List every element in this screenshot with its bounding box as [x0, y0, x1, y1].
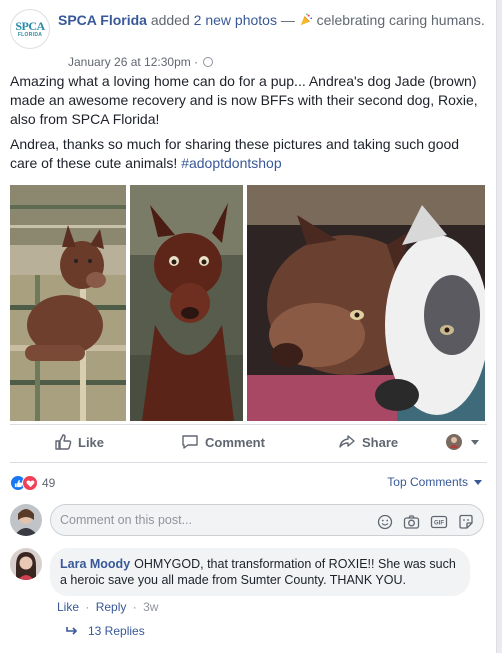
comment-bubble: Lara Moody OHMYGOD, that transformation o…	[50, 548, 470, 596]
emoji-icon[interactable]	[375, 512, 394, 531]
chevron-down-icon	[471, 439, 479, 445]
avatar-logo-subtext: FLORIDA	[17, 31, 43, 38]
page-avatar[interactable]: SPCA FLORIDA	[10, 9, 50, 49]
love-reaction-icon	[22, 475, 38, 491]
photo-jade-and-roxie[interactable]	[247, 185, 485, 421]
divider	[10, 424, 487, 425]
reaction-count: 49	[42, 476, 56, 490]
comment-sort-label: Top Comments	[387, 475, 468, 489]
divider	[10, 462, 487, 463]
thumbs-up-icon	[55, 434, 72, 450]
comment-composer: Comment on this post... GIF	[10, 504, 484, 536]
party-popper-icon	[300, 13, 312, 26]
like-button[interactable]: Like	[54, 432, 104, 452]
comment-label: Comment	[205, 434, 265, 450]
avatar[interactable]	[10, 504, 42, 536]
photo-grid	[10, 185, 485, 421]
photo-jade-couch[interactable]	[10, 185, 126, 421]
post-paragraph-2: Andrea, thanks so much for sharing these…	[10, 135, 484, 173]
chevron-down-icon	[474, 479, 482, 485]
avatar-logo-text: SPCA	[15, 18, 45, 33]
svg-text:GIF: GIF	[434, 520, 444, 526]
feeling-text: celebrating caring humans.	[316, 12, 485, 28]
comment-like-link[interactable]: Like	[57, 600, 79, 614]
camera-icon[interactable]	[402, 512, 421, 531]
composer-icons: GIF	[375, 512, 475, 531]
photo-jade-closeup[interactable]	[130, 185, 243, 421]
reaction-summary[interactable]: 49	[10, 474, 55, 492]
action-separator: —	[280, 12, 295, 28]
commenter-avatar[interactable]	[10, 548, 42, 580]
share-icon	[339, 435, 355, 448]
user-avatar-icon	[446, 434, 462, 450]
post-header-text: SPCA Florida added 2 new photos — celebr…	[58, 11, 486, 30]
globe-icon	[203, 57, 214, 67]
like-label: Like	[78, 434, 105, 450]
post-card: SPCA FLORIDA SPCA Florida added 2 new ph…	[0, 0, 497, 653]
comment-author-link[interactable]: Lara Moody	[60, 557, 130, 571]
reply-arrow-icon	[66, 627, 78, 635]
comment-button[interactable]: Comment	[181, 432, 265, 452]
comment-reply-link[interactable]: Reply	[96, 600, 127, 614]
separator: ·	[132, 600, 137, 614]
replies-count: 13 Replies	[88, 624, 145, 638]
gif-icon[interactable]: GIF	[429, 512, 448, 531]
view-replies-link[interactable]: 13 Replies	[66, 624, 145, 638]
comment-actions: Like · Reply · 3w	[57, 600, 158, 614]
post-action-bar: Like Comment Share	[10, 424, 487, 460]
page-name-link[interactable]: SPCA Florida	[58, 12, 147, 28]
share-label: Share	[362, 434, 399, 450]
hashtag-link[interactable]: #adoptdontshop	[181, 155, 281, 171]
share-as-selector[interactable]	[446, 432, 479, 452]
post-timestamp[interactable]: January 26 at 12:30pm	[68, 55, 191, 69]
action-prefix: added	[150, 12, 190, 28]
comment-sort-dropdown[interactable]: Top Comments	[387, 475, 482, 489]
meta-separator: ·	[194, 55, 199, 69]
post-header: SPCA FLORIDA SPCA Florida added 2 new ph…	[10, 9, 486, 69]
post-body: Amazing what a loving home can do for a …	[10, 72, 484, 179]
comment-time[interactable]: 3w	[143, 600, 158, 614]
post-paragraph-1: Amazing what a loving home can do for a …	[10, 73, 478, 127]
photos-link[interactable]: 2 new photos	[194, 12, 277, 28]
separator: ·	[85, 600, 90, 614]
post-meta: January 26 at 12:30pm ·	[68, 55, 214, 69]
sticker-icon[interactable]	[456, 512, 475, 531]
comment-input[interactable]: Comment on this post... GIF	[50, 504, 484, 536]
comment-input-placeholder: Comment on this post...	[60, 513, 193, 527]
share-button[interactable]: Share	[338, 432, 398, 452]
comment-icon	[182, 435, 198, 449]
